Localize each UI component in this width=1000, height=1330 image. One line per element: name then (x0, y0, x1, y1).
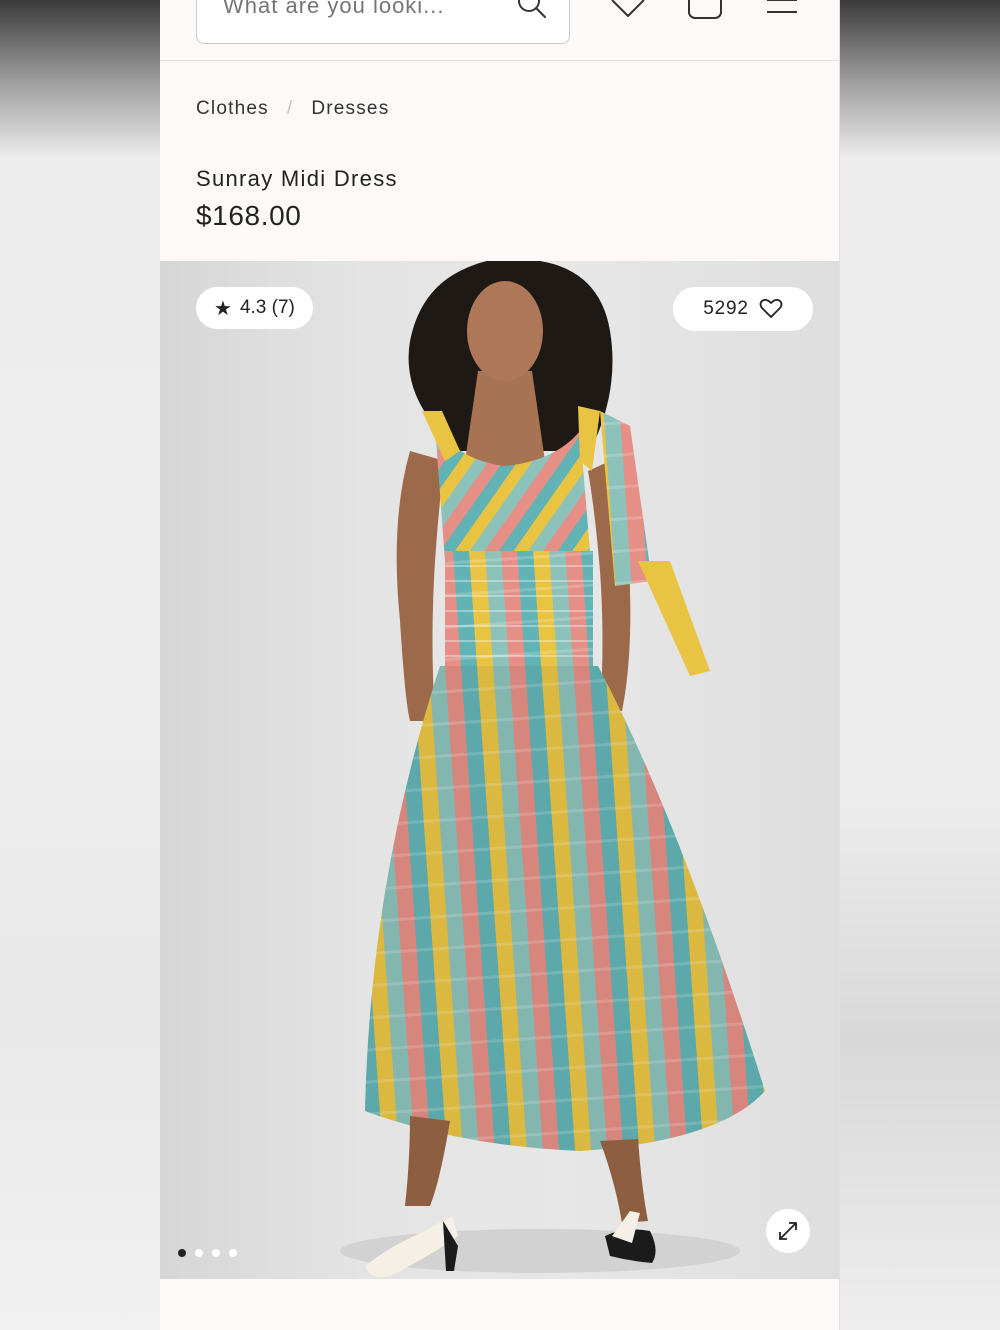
rating-value: 4.3 (7) (239, 297, 295, 318)
carousel-dot[interactable] (229, 1249, 237, 1257)
search-icon[interactable] (515, 0, 549, 23)
breadcrumb-dresses[interactable]: Dresses (311, 98, 389, 120)
favorite-button[interactable]: 5292 (673, 287, 813, 331)
breadcrumb-separator: / (286, 98, 294, 119)
bag-icon[interactable] (687, 0, 723, 20)
carousel-indicator (178, 1249, 237, 1257)
likes-count: 5292 (703, 298, 749, 319)
header-bar (160, 0, 839, 61)
menu-icon[interactable] (766, 0, 798, 18)
breadcrumb: Clothes / Dresses (196, 96, 389, 122)
search-input[interactable] (223, 0, 503, 21)
carousel-dot[interactable] (195, 1249, 203, 1257)
product-photo (340, 261, 765, 1278)
search-box[interactable] (196, 0, 570, 44)
star-icon: ★ (214, 297, 232, 320)
product-title: Sunray Midi Dress (196, 166, 398, 191)
backdrop-left (0, 0, 160, 1330)
breadcrumb-clothes[interactable]: Clothes (196, 98, 269, 120)
product-gallery[interactable]: ★ 4.3 (7) 5292 (160, 261, 839, 1279)
heart-icon (759, 299, 783, 318)
expand-image-button[interactable] (766, 1209, 810, 1253)
expand-icon (779, 1222, 797, 1240)
product-price: $168.00 (196, 200, 302, 231)
carousel-dot[interactable] (212, 1249, 220, 1257)
carousel-dot[interactable] (178, 1249, 186, 1257)
heart-icon[interactable] (608, 0, 648, 20)
product-page: Clothes / Dresses Sunray Midi Dress $168… (160, 0, 840, 1330)
backdrop-right (840, 0, 1000, 1330)
rating-badge[interactable]: ★ 4.3 (7) (196, 287, 313, 329)
